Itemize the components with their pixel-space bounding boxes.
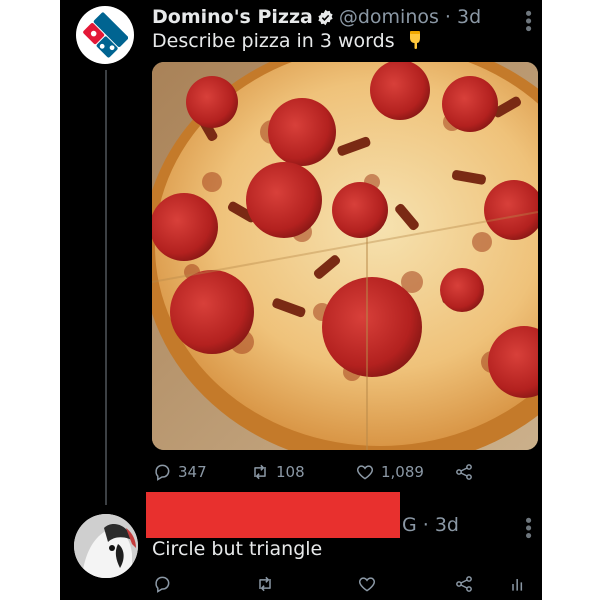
reply-more-icon[interactable]: •••	[517, 515, 538, 538]
reply-icon[interactable]	[152, 574, 172, 594]
author-name[interactable]: Domino's Pizza	[152, 6, 313, 28]
retweet-icon[interactable]	[255, 574, 275, 594]
like-icon	[356, 465, 374, 480]
retweet-count: 108	[276, 463, 305, 481]
reply-button[interactable]: 347	[152, 462, 207, 482]
like-button[interactable]: 1,089	[355, 462, 424, 482]
redacted-reply-author-name	[146, 492, 400, 538]
tweet-photo-pizza[interactable]	[152, 62, 538, 450]
verified-badge-icon	[317, 9, 334, 26]
share-icon[interactable]	[454, 574, 474, 594]
more-icon[interactable]: •••	[517, 8, 538, 31]
tweet-header: Domino's Pizza @dominos · 3d	[152, 4, 481, 30]
pointing-down-emoji-icon	[409, 31, 420, 49]
author-handle-and-time: @dominos · 3d	[338, 6, 482, 28]
share-icon	[456, 464, 472, 480]
retweet-icon	[254, 464, 266, 480]
like-icon[interactable]	[357, 574, 377, 594]
reply-actions	[152, 574, 538, 596]
analytics-icon[interactable]	[508, 574, 528, 594]
reply-author-handle-and-time: G · 3d	[402, 514, 459, 536]
reply-author-avatar[interactable]	[74, 514, 138, 578]
dominos-avatar[interactable]	[76, 6, 134, 64]
twitter-thread-screen: Domino's Pizza @dominos · 3d ••• Describ…	[60, 0, 542, 600]
thread-connector-line	[105, 70, 107, 505]
retweet-button[interactable]: 108	[250, 462, 305, 482]
tweet-actions: 347 108 1,089	[152, 462, 538, 486]
tweet-text: Describe pizza in 3 words	[152, 30, 423, 52]
tweet-body: Describe pizza in 3 words	[152, 30, 395, 52]
like-count: 1,089	[381, 463, 424, 481]
dominos-logo-icon	[83, 12, 128, 58]
reply-icon	[155, 464, 170, 481]
reply-count: 347	[178, 463, 207, 481]
reply-text: Circle but triangle	[152, 538, 323, 560]
share-button[interactable]	[454, 462, 480, 482]
